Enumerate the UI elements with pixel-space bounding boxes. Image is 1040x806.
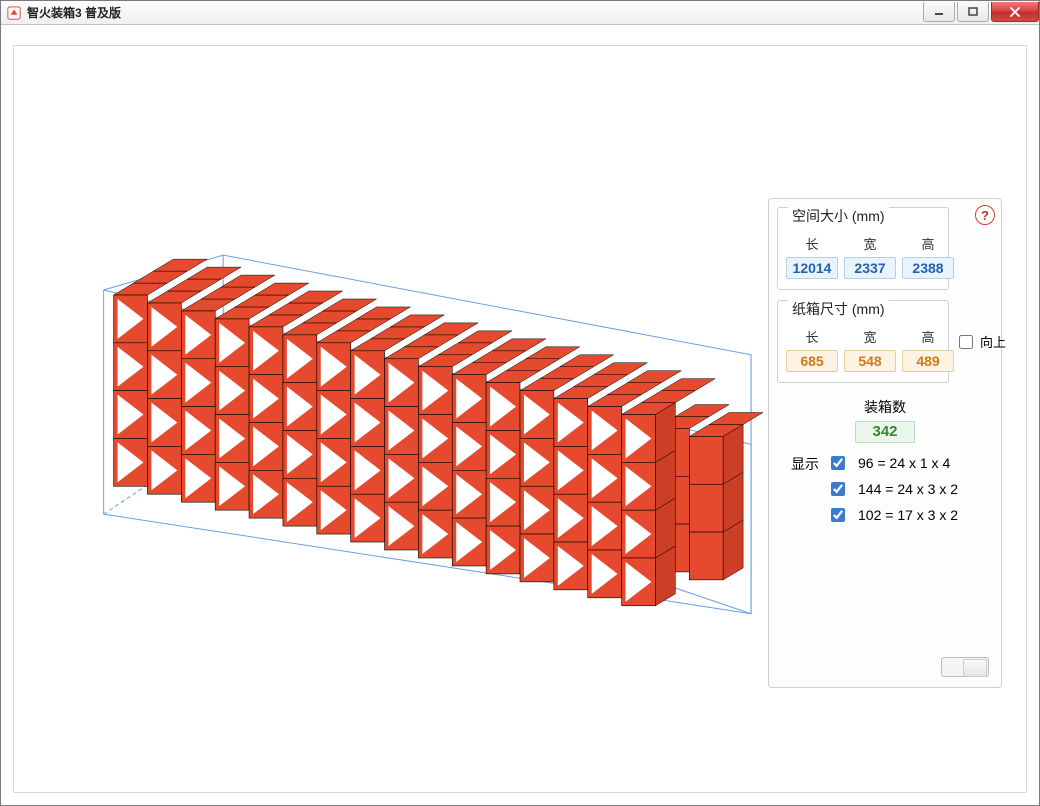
display-row-text-2: 102 = 17 x 3 x 2 <box>858 507 958 523</box>
view-toggle-area <box>941 657 989 677</box>
app-icon <box>7 6 21 20</box>
display-row: 96 = 24 x 1 x 4 <box>827 453 958 473</box>
help-icon: ? <box>981 208 989 223</box>
minimize-button[interactable] <box>923 2 955 22</box>
display-row-checkbox-0[interactable] <box>831 456 845 470</box>
client-area: ? 空间大小 (mm) 长 12014 宽 2337 <box>1 25 1039 805</box>
display-row-checkbox-2[interactable] <box>831 508 845 522</box>
display-block: 显示 96 = 24 x 1 x 4 144 = 24 x 3 x 2 1 <box>777 453 993 525</box>
display-label: 显示 <box>791 453 819 474</box>
help-button[interactable]: ? <box>975 205 995 225</box>
window-title: 智火装箱3 普及版 <box>27 4 121 21</box>
view-toggle[interactable] <box>941 657 989 677</box>
space-width-input[interactable]: 2337 <box>844 257 896 279</box>
display-row: 144 = 24 x 3 x 2 <box>827 479 958 499</box>
up-orientation-checkbox[interactable] <box>959 335 973 349</box>
space-height-label: 高 <box>902 234 954 253</box>
carton-height-input[interactable]: 489 <box>902 350 954 372</box>
maximize-button[interactable] <box>957 2 989 22</box>
up-orientation-label: 向上 <box>980 332 1006 351</box>
carton-height-label: 高 <box>902 327 954 346</box>
space-length-input[interactable]: 12014 <box>786 257 838 279</box>
close-button[interactable] <box>991 2 1039 22</box>
display-row-text-0: 96 = 24 x 1 x 4 <box>858 455 950 471</box>
carton-size-title: 纸箱尺寸 (mm) <box>788 299 889 319</box>
carton-size-group: 纸箱尺寸 (mm) 长 685 宽 548 高 <box>777 300 949 383</box>
display-row-text-1: 144 = 24 x 3 x 2 <box>858 481 958 497</box>
box-block <box>114 259 763 606</box>
parameters-panel: ? 空间大小 (mm) 长 12014 宽 2337 <box>768 198 1002 688</box>
packing-count-value: 342 <box>855 421 915 443</box>
viewport-frame: ? 空间大小 (mm) 长 12014 宽 2337 <box>13 45 1027 793</box>
carton-length-label: 长 <box>786 327 838 346</box>
carton-width-label: 宽 <box>844 327 896 346</box>
window-controls <box>923 1 1039 24</box>
space-width-label: 宽 <box>844 234 896 253</box>
carton-length-input[interactable]: 685 <box>786 350 838 372</box>
packing-count-label: 装箱数 <box>777 397 993 417</box>
space-length-label: 长 <box>786 234 838 253</box>
space-size-group: 空间大小 (mm) 长 12014 宽 2337 高 2388 <box>777 207 949 290</box>
carton-width-input[interactable]: 548 <box>844 350 896 372</box>
space-height-input[interactable]: 2388 <box>902 257 954 279</box>
packing-count-block: 装箱数 342 <box>777 397 993 443</box>
title-bar-left: 智火装箱3 普及版 <box>7 4 121 21</box>
title-bar: 智火装箱3 普及版 <box>1 1 1039 25</box>
app-window: 智火装箱3 普及版 <box>0 0 1040 806</box>
display-row-checkbox-1[interactable] <box>831 482 845 496</box>
display-row: 102 = 17 x 3 x 2 <box>827 505 958 525</box>
space-size-title: 空间大小 (mm) <box>788 206 889 226</box>
